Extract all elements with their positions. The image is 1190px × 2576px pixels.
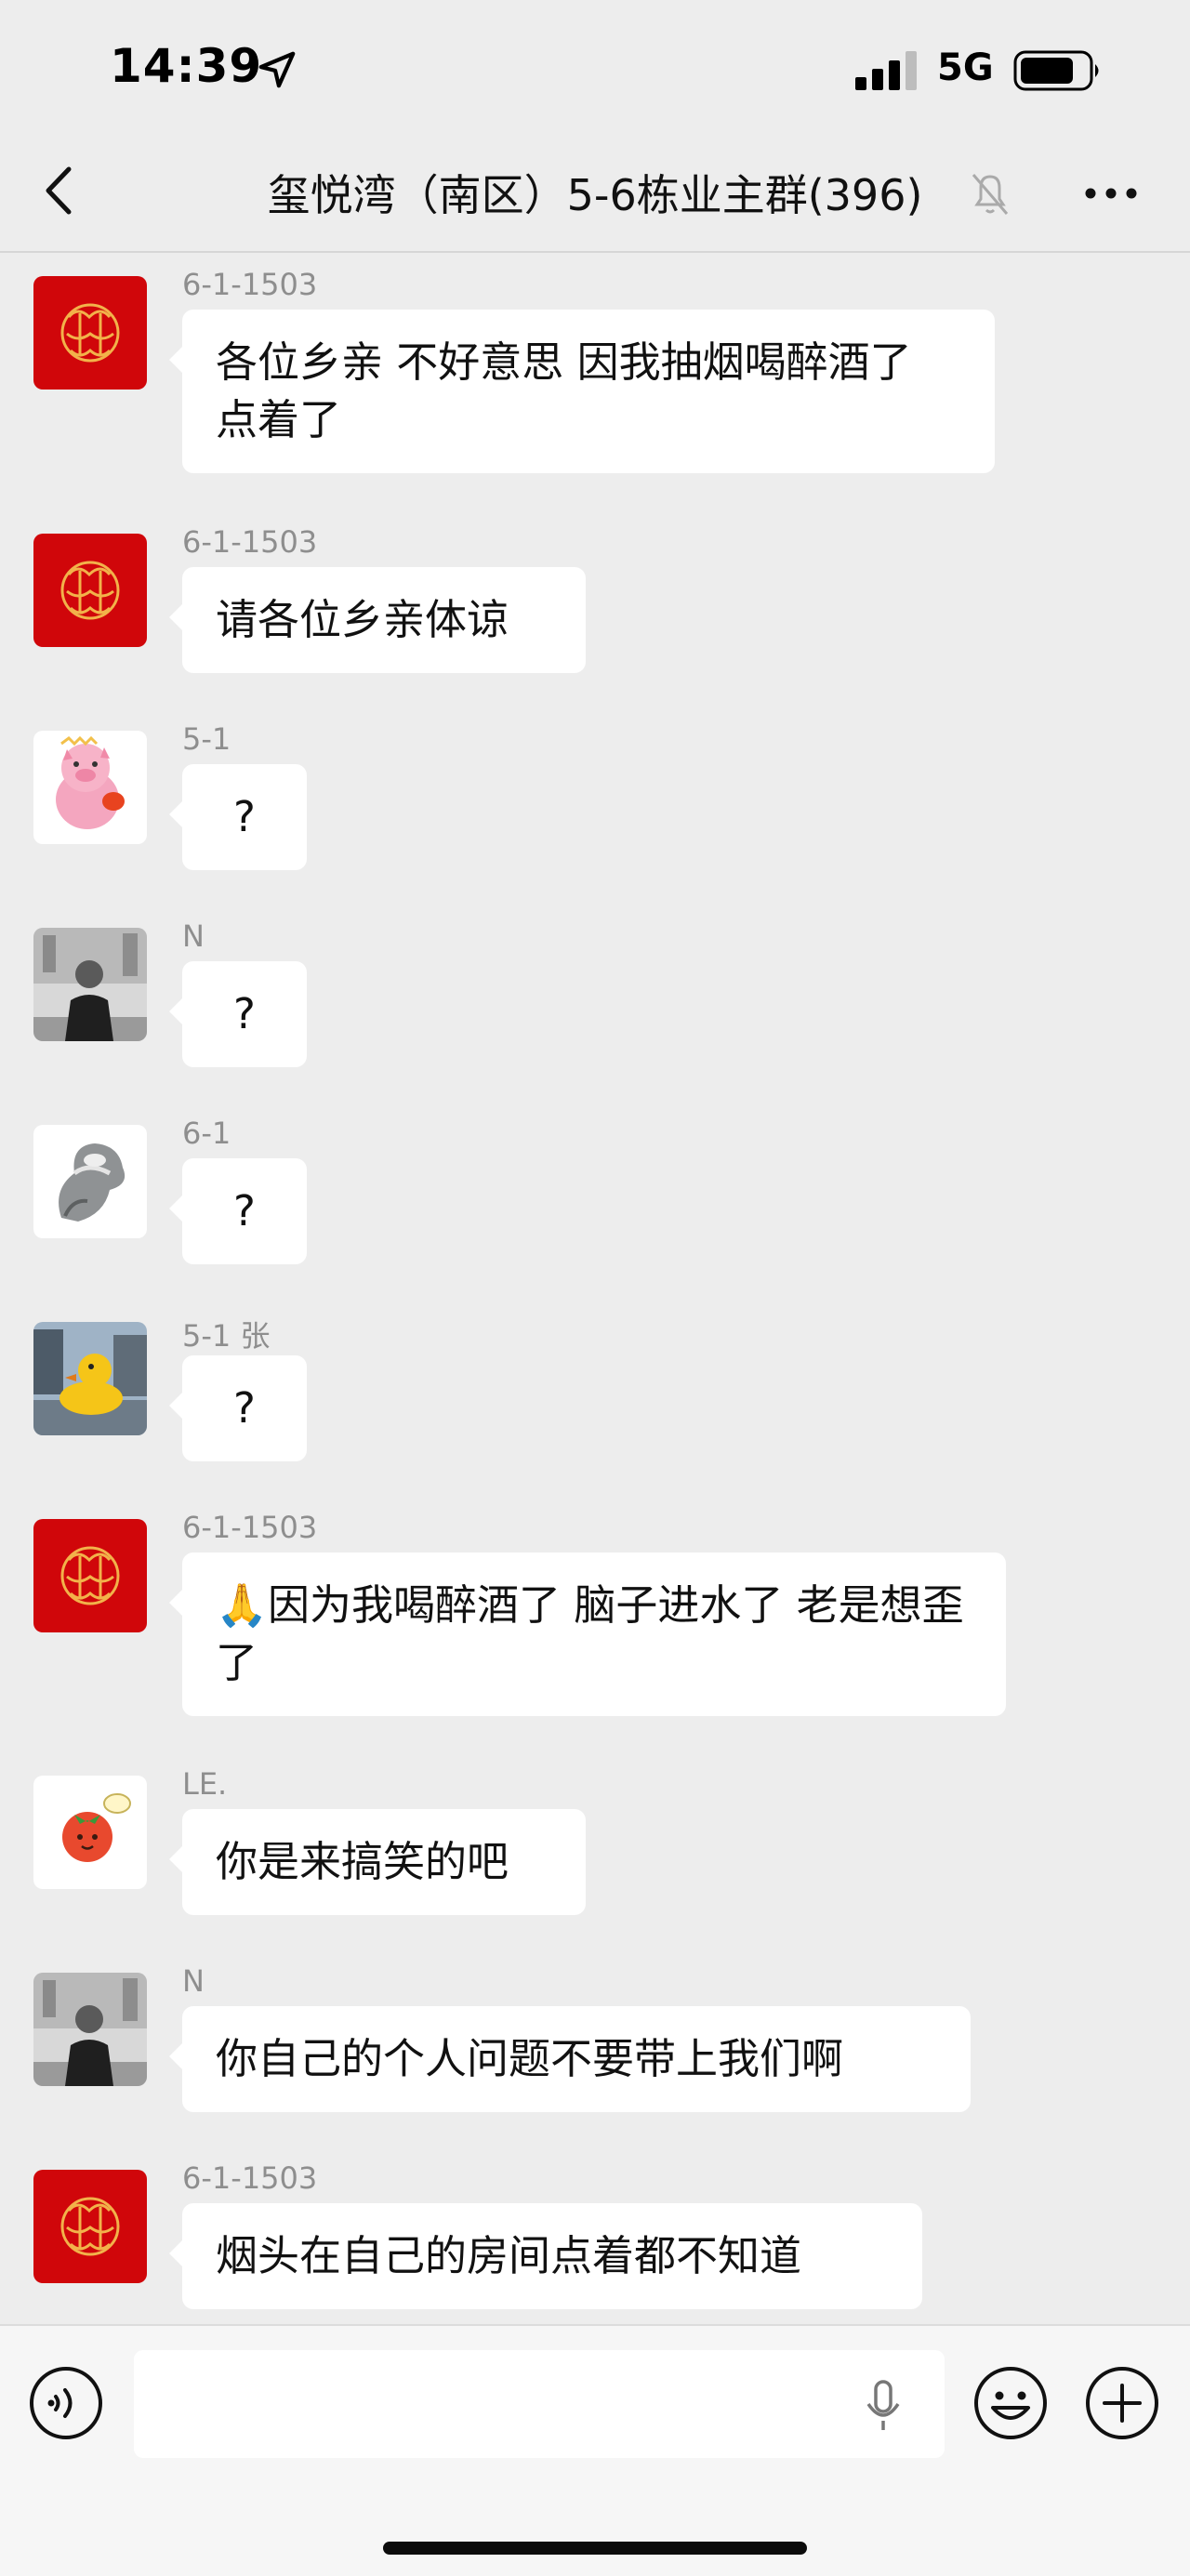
message-text: ?	[233, 989, 256, 1038]
message-text: ?	[233, 1383, 256, 1433]
sender-name: N	[182, 918, 205, 954]
message-bubble[interactable]: 请各位乡亲体谅	[169, 567, 586, 673]
pray-emoji-icon: 🙏	[216, 1580, 269, 1630]
sender-name: 6-1-1503	[182, 267, 318, 302]
message-text: ?	[233, 792, 256, 841]
avatar[interactable]	[33, 2170, 147, 2283]
message-text: 你是来搞笑的吧	[216, 1837, 509, 1886]
message-text: 烟头在自己的房间点着都不知道	[216, 2231, 802, 2280]
emoji-icon[interactable]	[972, 2365, 1049, 2441]
message-bubble[interactable]: ?	[169, 764, 307, 870]
mute-bell-icon	[972, 174, 1009, 215]
chat-title: 玺悦湾（南区）5-6栋业主群(396)	[267, 170, 923, 220]
avatar[interactable]	[33, 1125, 147, 1238]
sender-name: 6-1	[182, 1116, 231, 1151]
location-arrow-icon	[258, 51, 296, 88]
sender-name: 5-1 张	[182, 1318, 271, 1354]
home-indicator	[383, 2542, 807, 2555]
message-text: ?	[233, 1186, 256, 1235]
message-bubble[interactable]: 你自己的个人问题不要带上我们啊	[169, 2006, 971, 2112]
status-bar: 14:39 5G	[0, 0, 1190, 139]
sender-name: 6-1-1503	[182, 2160, 318, 2196]
avatar[interactable]	[33, 1973, 147, 2086]
sender-name: 6-1-1503	[182, 524, 318, 560]
signal-icon	[855, 51, 917, 90]
message-text: 因为我喝醉酒了 脑子进水了 老是想歪了	[216, 1580, 964, 1687]
avatar[interactable]	[33, 534, 147, 647]
microphone-icon[interactable]	[863, 2378, 904, 2436]
message-bubble[interactable]: 各位乡亲 不好意思 因我抽烟喝醉酒了 点着了	[169, 310, 995, 473]
message-bubble[interactable]: ?	[169, 961, 307, 1067]
message-bubble[interactable]: ?	[169, 1355, 307, 1461]
message-input[interactable]	[134, 2350, 945, 2458]
sender-name: 6-1-1503	[182, 1510, 318, 1545]
message-bubble[interactable]: ?	[169, 1158, 307, 1264]
battery-icon	[1013, 50, 1099, 91]
message-bubble[interactable]: 你是来搞笑的吧	[169, 1809, 586, 1915]
sender-name: N	[182, 1963, 205, 1999]
avatar[interactable]	[33, 1776, 147, 1889]
message-bubble[interactable]: 烟头在自己的房间点着都不知道	[169, 2203, 922, 2309]
voice-icon[interactable]	[28, 2365, 104, 2441]
avatar[interactable]	[33, 276, 147, 390]
message-text: 各位乡亲 不好意思 因我抽烟喝醉酒了 点着了	[216, 337, 912, 444]
avatar[interactable]	[33, 1519, 147, 1632]
network-type: 5G	[937, 46, 994, 89]
avatar[interactable]	[33, 1322, 147, 1435]
status-time: 14:39	[110, 39, 263, 93]
message-text: 请各位乡亲体谅	[216, 595, 509, 644]
sender-name: LE.	[182, 1766, 228, 1802]
avatar[interactable]	[33, 731, 147, 844]
message-list[interactable]: 6-1-1503 各位乡亲 不好意思 因我抽烟喝醉酒了 点着了 6-1-1503…	[0, 253, 1190, 2322]
more-icon[interactable]	[1083, 184, 1139, 203]
avatar[interactable]	[33, 928, 147, 1041]
sender-name: 5-1	[182, 721, 231, 757]
message-text: 你自己的个人问题不要带上我们啊	[216, 2034, 844, 2083]
message-bubble[interactable]: 🙏因为我喝醉酒了 脑子进水了 老是想歪了	[169, 1552, 1006, 1716]
plus-icon[interactable]	[1084, 2365, 1160, 2441]
input-bar	[0, 2324, 1190, 2576]
chat-header: 玺悦湾（南区）5-6栋业主群(396)	[0, 139, 1190, 253]
